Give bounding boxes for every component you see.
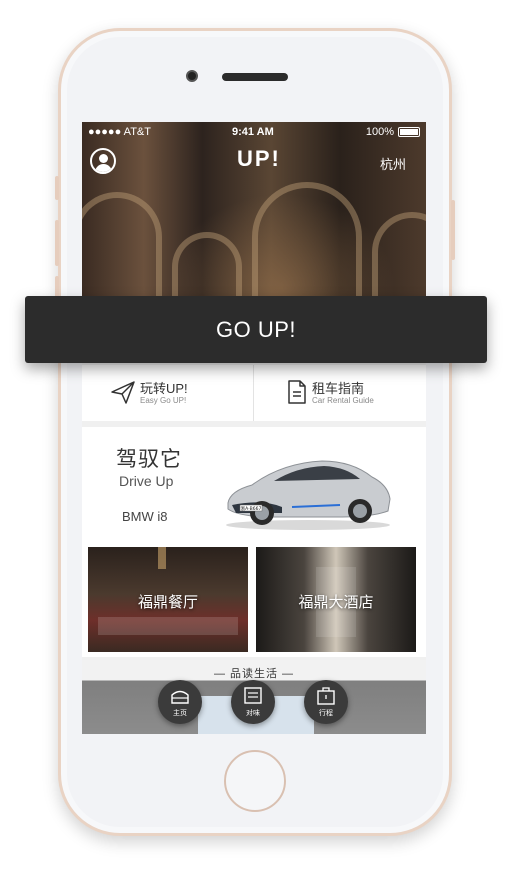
profile-avatar-icon[interactable]	[90, 148, 116, 174]
front-camera	[186, 70, 198, 82]
city-selector[interactable]: 杭州	[380, 154, 406, 173]
quick-nav: 玩转UP! Easy Go UP! 租车指南 Car Rental Guide	[82, 365, 426, 421]
volume-up-button	[55, 220, 59, 266]
nav-subtitle: Car Rental Guide	[312, 396, 374, 405]
section-title: — 品读生活 —	[213, 668, 295, 680]
carrier-label: ●●●●● AT&T	[88, 126, 151, 138]
app-screen: ●●●●● AT&T 9:41 AM 100% UP! 杭州 玩转UP! Eas…	[82, 122, 426, 734]
avatar-head	[99, 154, 108, 163]
drive-up-card[interactable]: 驾驭它 Drive Up BMW i8 浙A·B667	[82, 427, 426, 547]
luggage-icon	[317, 687, 335, 705]
paper-plane-icon	[111, 381, 135, 404]
document-icon	[288, 380, 306, 404]
drive-title-cn: 驾驭它	[116, 448, 182, 471]
nav-subtitle: Easy Go UP!	[140, 396, 187, 405]
hotel-tile[interactable]: 福鼎大酒店	[256, 547, 416, 652]
app-logo: UP!	[237, 146, 281, 171]
hotel-label: 福鼎大酒店	[298, 594, 374, 611]
power-button	[451, 200, 455, 260]
banner-label: GO UP!	[215, 317, 296, 342]
lamp-decoration	[158, 547, 166, 569]
feature-tiles: 福鼎餐厅 福鼎大酒店	[82, 547, 426, 657]
home-icon	[171, 690, 189, 704]
go-up-banner[interactable]: GO UP!	[25, 296, 487, 363]
battery-percent: 100%	[365, 126, 394, 138]
restaurant-tile[interactable]: 福鼎餐厅	[88, 547, 248, 652]
clock: 9:41 AM	[232, 126, 274, 138]
hero-image: ●●●●● AT&T 9:41 AM 100% UP! 杭州	[82, 122, 426, 342]
tab-itinerary[interactable]: 行程	[304, 680, 348, 724]
bottom-area: — 品读生活 — 主页 对味 行程	[82, 660, 426, 734]
nav-title: 租车指南	[312, 381, 365, 396]
avatar-body	[95, 164, 112, 172]
tab-home[interactable]: 主页	[158, 680, 202, 724]
menu-card-icon	[244, 687, 262, 704]
drive-title-en: Drive Up	[119, 473, 174, 489]
home-button[interactable]	[224, 750, 286, 812]
tab-label: 主页	[173, 710, 187, 717]
nav-car-rental-guide[interactable]: 租车指南 Car Rental Guide	[254, 365, 426, 421]
status-bar: ●●●●● AT&T 9:41 AM 100%	[82, 122, 426, 142]
restaurant-label: 福鼎餐厅	[137, 594, 198, 611]
car-model: BMW i8	[122, 509, 168, 524]
nav-title: 玩转UP!	[140, 381, 188, 396]
car-image: 浙A·B667	[226, 460, 391, 530]
mute-switch	[55, 176, 59, 200]
battery-icon	[398, 127, 420, 137]
earpiece-speaker	[222, 73, 288, 81]
tab-label: 对味	[246, 710, 260, 717]
table-decoration	[98, 617, 238, 635]
nav-easy-go-up[interactable]: 玩转UP! Easy Go UP!	[82, 365, 254, 421]
tab-taste[interactable]: 对味	[231, 680, 275, 724]
license-plate: 浙A·B667	[241, 505, 262, 512]
tab-label: 行程	[319, 710, 333, 717]
